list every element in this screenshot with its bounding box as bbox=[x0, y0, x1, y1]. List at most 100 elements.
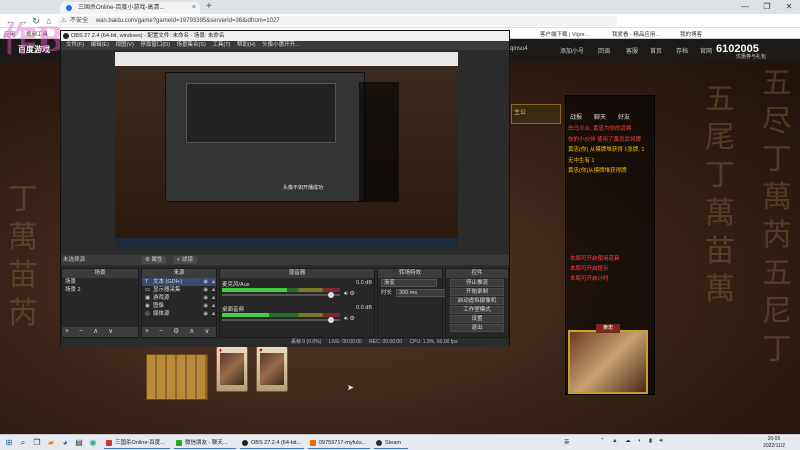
virtual-camera-button[interactable]: 启动虚拟摄像机 bbox=[450, 297, 504, 305]
eye-icon[interactable]: ◉ bbox=[203, 286, 208, 294]
source-item[interactable]: ▣ 游戏源 ◉ 🔒︎ bbox=[142, 294, 216, 302]
watermark-text: 作B bbox=[2, 20, 65, 60]
menu-scene-collection[interactable]: 场景集合(S) bbox=[176, 42, 205, 48]
volume-slider[interactable] bbox=[222, 317, 340, 323]
tab-battle-report[interactable]: 战报 bbox=[570, 112, 582, 121]
search-icon[interactable]: ⌕ bbox=[18, 438, 28, 448]
menu-help[interactable]: 帮助(H) bbox=[237, 42, 256, 48]
lock-icon[interactable]: 🔒︎ bbox=[212, 286, 215, 294]
obs-title-bar: OBS 27.2.4 (64-bit, windows) - 配置文件: 未命名… bbox=[61, 31, 509, 41]
log-line: 白马义从, 黄忠为你的武将 bbox=[568, 126, 632, 132]
source-label: 游戏源 bbox=[153, 295, 170, 301]
header-service[interactable]: 客服 bbox=[626, 46, 638, 55]
start-recording-button[interactable]: 开始录制 bbox=[450, 288, 504, 296]
menu-file[interactable]: 文件(F) bbox=[66, 42, 84, 48]
eye-icon[interactable]: ◉ bbox=[203, 302, 208, 310]
calligraphy-col-1: 五尽丁萬芮五尼丁 bbox=[762, 66, 792, 367]
menu-tools[interactable]: 工具(T) bbox=[212, 42, 230, 48]
obs-preview[interactable]: 头像不如开播成功 bbox=[115, 52, 458, 248]
app-icon bbox=[376, 440, 382, 446]
exit-button[interactable]: 退出 bbox=[450, 324, 504, 332]
header-add-account[interactable]: 添加小号 bbox=[560, 46, 584, 55]
speaker-gear-icons[interactable]: 🔊︎ ⚙ bbox=[344, 315, 355, 323]
menu-edit[interactable]: 编辑(E) bbox=[91, 42, 109, 48]
taskbar-app-steam[interactable]: Steam bbox=[374, 437, 408, 449]
settings-button[interactable]: 设置 bbox=[450, 315, 504, 323]
eye-icon[interactable]: ◉ bbox=[203, 294, 208, 302]
speaker-gear-icons[interactable]: 🔊︎ ⚙ bbox=[344, 290, 355, 298]
scenes-dock-toolbar[interactable]: + − ∧ ∨ bbox=[62, 327, 138, 337]
duration-input[interactable]: 300 ms bbox=[396, 289, 446, 297]
scene-item[interactable]: 场景 bbox=[62, 278, 138, 286]
source-item[interactable]: ▭ 显示器采集 ◉ 🔒︎ bbox=[142, 286, 216, 294]
taskbar-app-file[interactable]: 09759717-myfulu... bbox=[308, 437, 370, 449]
taskbar-app-obs[interactable]: OBS 27.2.4 (64-bit... bbox=[240, 437, 304, 449]
system-clock[interactable]: 20:05 2022/11/2 bbox=[754, 436, 794, 449]
input-language[interactable]: 英 bbox=[564, 438, 570, 446]
source-item[interactable]: ◉ 图像 ◉ 🔒︎ bbox=[142, 302, 216, 310]
image-source-icon: ◉ bbox=[145, 303, 150, 309]
obs-logo-icon bbox=[63, 33, 69, 39]
monitor-source-icon: ▭ bbox=[145, 287, 151, 293]
windows-start-icon[interactable]: ⊞ bbox=[4, 438, 14, 448]
obs-window[interactable]: OBS 27.2.4 (64-bit, windows) - 配置文件: 未命名… bbox=[60, 30, 510, 347]
maximize-button[interactable]: ❐ bbox=[756, 0, 778, 14]
file-explorer-icon[interactable]: ▰ bbox=[46, 438, 56, 448]
tab-friends[interactable]: 好友 bbox=[618, 112, 630, 121]
studio-mode-button[interactable]: 工作室模式 bbox=[450, 306, 504, 314]
bookmark-vigor[interactable]: 客户端下载 | Vigor... bbox=[540, 30, 589, 38]
stop-streaming-button[interactable]: 停止推流 bbox=[450, 279, 504, 287]
properties-button[interactable]: ⚙ 属性 bbox=[141, 256, 167, 264]
hand-card[interactable]: ♥ bbox=[256, 346, 288, 392]
chrome-icon[interactable]: ◉ bbox=[88, 438, 98, 448]
header-home[interactable]: 首页 bbox=[650, 46, 662, 55]
source-item[interactable]: ◎ 媒体源 ◉ 🔒︎ bbox=[142, 310, 216, 318]
bookmark-apps-store[interactable]: 我爱看 - 精品应用... bbox=[612, 30, 660, 38]
close-window-button[interactable]: ✕ bbox=[778, 0, 800, 14]
store-icon[interactable]: ▤ bbox=[74, 438, 84, 448]
new-tab-button[interactable]: + bbox=[206, 1, 212, 12]
eye-icon[interactable]: ◉ bbox=[203, 310, 208, 318]
eye-icon[interactable]: ◉ bbox=[203, 278, 208, 286]
transitions-dock-title: 转场特效 bbox=[378, 269, 442, 278]
menu-view[interactable]: 视图(V) bbox=[115, 42, 133, 48]
close-tab-icon[interactable]: × bbox=[192, 2, 196, 14]
url-input[interactable]: ⚠ 不安全 wan.baidu.com/game?gameId=19793395… bbox=[58, 16, 618, 26]
tray-icons[interactable]: ⌃ ▲ ☁ ◐ ▮ 🔊︎ bbox=[600, 438, 666, 445]
taskbar-app-wechat[interactable]: 微信朋友 - 聊天... bbox=[174, 437, 236, 449]
calligraphy-col-2: 五尾丁萬苗萬 bbox=[705, 82, 735, 307]
tab-chat[interactable]: 聊天 bbox=[594, 112, 606, 121]
app-icon bbox=[310, 440, 316, 446]
edge-icon[interactable]: ◕ bbox=[60, 438, 70, 448]
lock-icon[interactable]: 🔒︎ bbox=[212, 310, 215, 318]
windows-taskbar: ⊞ ⌕ ❐ ▰ ◕ ▤ ◉ 三国杀Online-百度... 微信朋友 - 聊天.… bbox=[0, 434, 800, 450]
scene-item[interactable]: 场景 2 bbox=[62, 286, 138, 294]
equipment-slots[interactable] bbox=[146, 354, 208, 400]
task-view-icon[interactable]: ❐ bbox=[32, 438, 42, 448]
rec-time: REC: 00:00:00 bbox=[369, 339, 402, 345]
source-item[interactable]: T 文本 (GDI+) ◉ 🔒︎ bbox=[142, 278, 216, 286]
minimize-button[interactable]: — bbox=[734, 0, 756, 14]
volume-knob[interactable] bbox=[328, 292, 335, 298]
taskbar-app-game[interactable]: 三国杀Online-百度... bbox=[104, 437, 170, 449]
header-official[interactable]: 官网 bbox=[700, 46, 712, 55]
hand-card[interactable]: ♦ bbox=[216, 346, 248, 392]
header-save[interactable]: 存档 bbox=[676, 46, 688, 55]
filters-button[interactable]: ◐ 滤镜 bbox=[173, 256, 197, 264]
lock-icon[interactable]: 🔒︎ bbox=[212, 278, 215, 286]
source-label: 文本 (GDI+) bbox=[153, 279, 183, 285]
header-user[interactable]: qinsu4 bbox=[510, 46, 528, 52]
header-callback[interactable]: 回调 bbox=[598, 46, 610, 55]
volume-slider[interactable] bbox=[222, 292, 340, 298]
general-portrait[interactable] bbox=[568, 330, 648, 394]
bookmark-blog[interactable]: 我的博客 bbox=[680, 30, 702, 38]
sources-dock-toolbar[interactable]: + − ⚙ ∧ ∨ bbox=[142, 327, 216, 337]
volume-knob[interactable] bbox=[328, 317, 335, 323]
transition-type-select[interactable]: 渐变 bbox=[381, 279, 437, 287]
menu-docks[interactable]: 停靠窗口(D) bbox=[140, 42, 170, 48]
menu-plugin[interactable]: 头像小惠开开... bbox=[262, 42, 300, 48]
general-name: 黄忠 bbox=[596, 324, 620, 333]
lock-icon[interactable]: 🔒︎ bbox=[212, 302, 215, 310]
browser-tab-active[interactable]: 三国杀Online-百度小游戏-高清... × bbox=[60, 2, 200, 14]
lock-icon[interactable]: 🔒︎ bbox=[212, 294, 215, 302]
